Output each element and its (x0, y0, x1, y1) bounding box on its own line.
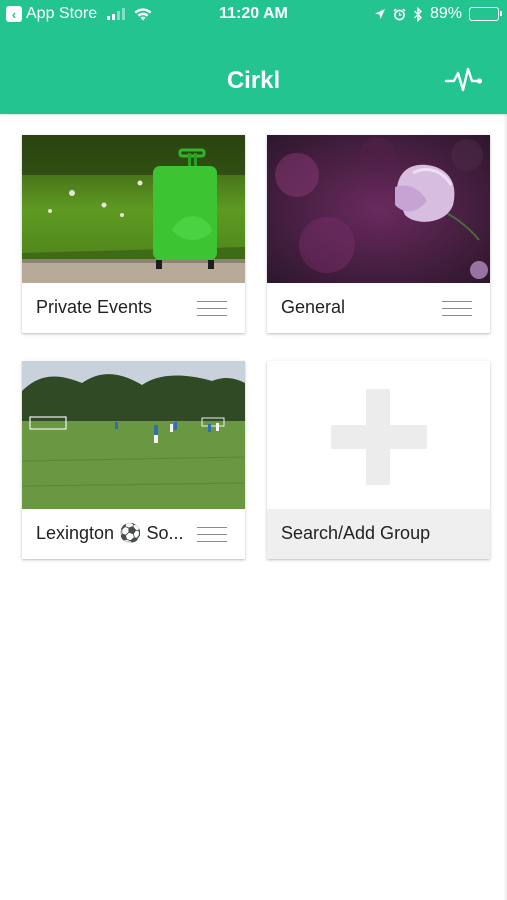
location-arrow-icon (374, 9, 385, 19)
hamburger-menu-icon[interactable] (197, 527, 227, 545)
add-group-area (267, 361, 490, 509)
group-name: General (281, 297, 346, 317)
group-name: Private Events (36, 297, 153, 317)
group-card[interactable]: General (267, 135, 490, 333)
group-name: Lexington ⚽ So... (36, 523, 184, 543)
hamburger-menu-icon[interactable] (442, 301, 472, 319)
group-card[interactable]: Lexington ⚽ So... (22, 361, 245, 559)
group-photo-soccer-field (22, 361, 245, 509)
status-bar: ‹ App Store 11:20 AM 89% (0, 0, 507, 30)
group-card[interactable]: Private Events (22, 135, 245, 333)
search-add-group-button[interactable]: Search/Add Group (267, 361, 490, 559)
group-photo-suitcase (22, 135, 245, 283)
bluetooth-icon (413, 6, 422, 22)
hamburger-menu-icon[interactable] (197, 301, 227, 319)
group-photo-flower (267, 135, 490, 283)
scroll-edge (503, 114, 507, 900)
alarm-icon (393, 7, 406, 20)
status-icons: 89% (374, 5, 502, 23)
battery-percent: 89% (429, 5, 462, 22)
app-screen: ‹ App Store 11:20 AM 89% Cirkl Private E… (0, 0, 507, 900)
app-header: Cirkl (0, 30, 507, 114)
app-title: Cirkl (226, 67, 281, 94)
activity-pulse-icon[interactable] (444, 64, 484, 96)
add-group-label: Search/Add Group (281, 523, 431, 543)
battery-icon (469, 7, 502, 21)
